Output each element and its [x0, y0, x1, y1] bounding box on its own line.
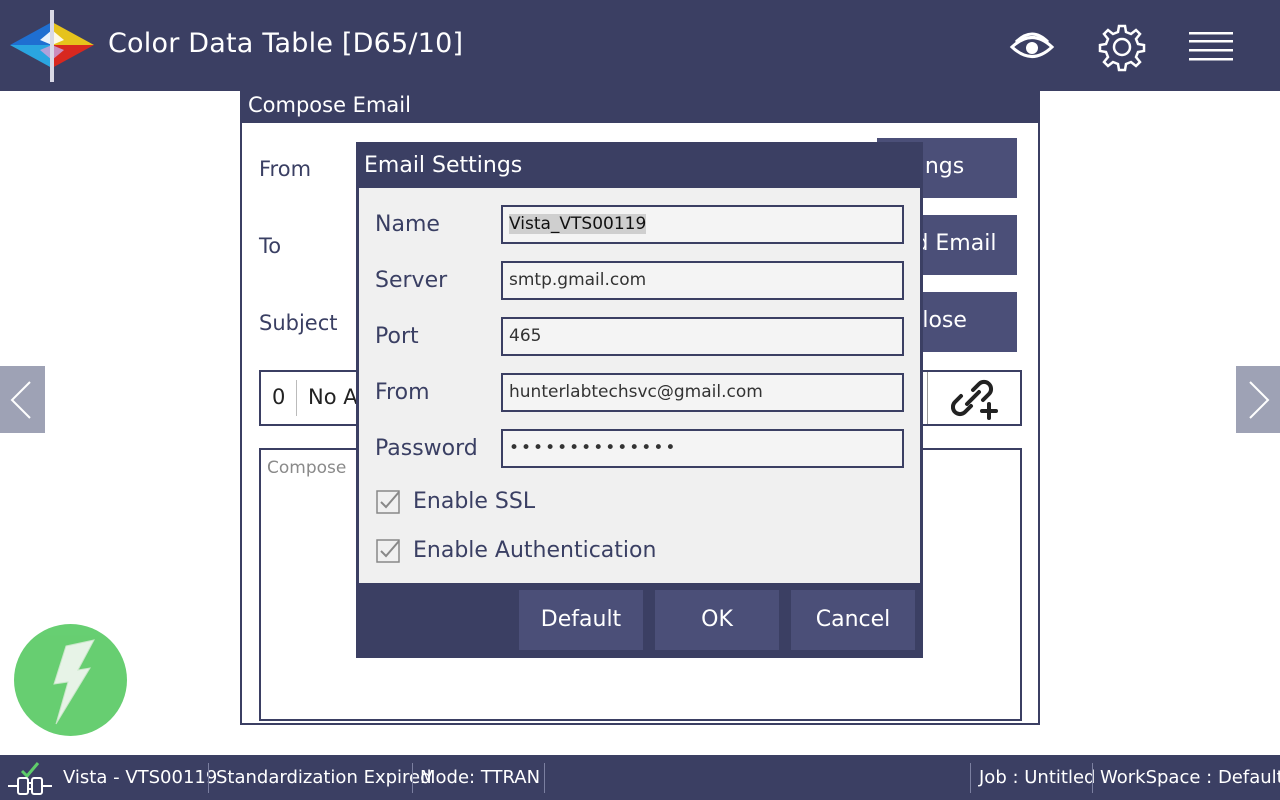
enable-authentication-label: Enable Authentication — [413, 538, 657, 563]
workspace-status: WorkSpace : Default — [1100, 767, 1280, 788]
chevron-left-icon — [10, 381, 31, 419]
ok-button[interactable]: OK — [655, 590, 779, 650]
port-label: Port — [375, 324, 419, 349]
divider — [296, 380, 297, 416]
server-label: Server — [375, 268, 448, 293]
port-value: 465 — [509, 326, 542, 346]
email-settings-dialog: Email Settings Name Vista_VTS00119 Serve… — [356, 142, 923, 658]
instrument-connected-icon — [8, 762, 52, 795]
previous-page-button[interactable] — [0, 366, 45, 433]
divider — [412, 763, 413, 793]
measure-flash-button[interactable] — [14, 624, 127, 736]
from-label: From — [259, 157, 312, 181]
divider — [927, 372, 928, 424]
name-input[interactable]: Vista_VTS00119 — [501, 205, 904, 244]
password-label: Password — [375, 436, 478, 461]
divider — [970, 763, 971, 793]
enable-ssl-label: Enable SSL — [413, 489, 536, 514]
add-attachment-link-icon[interactable] — [951, 376, 1001, 420]
job-status: Job : Untitled — [979, 767, 1096, 788]
hamburger-menu-icon[interactable] — [1186, 22, 1236, 72]
dialog-body: Name Vista_VTS00119 Server smtp.gmail.co… — [359, 188, 920, 583]
from-input[interactable]: hunterlabtechsvc@gmail.com — [501, 373, 904, 412]
attachment-status: No A — [308, 385, 358, 409]
divider — [544, 763, 545, 793]
compose-placeholder: Compose — [267, 458, 347, 478]
gear-icon[interactable] — [1097, 22, 1147, 72]
divider — [208, 763, 209, 793]
from-label: From — [375, 380, 430, 405]
server-value: smtp.gmail.com — [509, 270, 647, 290]
enable-ssl-checkbox[interactable] — [375, 489, 401, 515]
divider — [1092, 763, 1093, 793]
name-label: Name — [375, 212, 440, 237]
default-button[interactable]: Default — [519, 590, 643, 650]
enable-authentication-checkbox[interactable] — [375, 538, 401, 564]
mode-status: Mode: TTRAN — [420, 767, 541, 788]
from-value: hunterlabtechsvc@gmail.com — [509, 382, 763, 402]
hunterlab-logo-icon — [10, 10, 94, 82]
attachment-count: 0 — [272, 385, 286, 409]
eye-icon[interactable] — [1007, 22, 1057, 72]
dialog-title: Email Settings — [364, 153, 523, 178]
subject-label: Subject — [259, 311, 338, 335]
compose-email-title: Compose Email — [248, 93, 411, 117]
next-page-button[interactable] — [1236, 366, 1280, 433]
port-input[interactable]: 465 — [501, 317, 904, 356]
chevron-right-icon — [1249, 381, 1270, 419]
page-title: Color Data Table [D65/10] — [108, 28, 464, 59]
status-bar: Vista - VTS00119 Standardization Expired… — [0, 755, 1280, 800]
cancel-button[interactable]: Cancel — [791, 590, 915, 650]
device-status: Vista - VTS00119 — [63, 767, 218, 788]
password-value: •••••••••••••• — [509, 438, 678, 458]
standardization-status[interactable]: Standardization Expired — [216, 767, 432, 788]
server-input[interactable]: smtp.gmail.com — [501, 261, 904, 300]
password-input[interactable]: •••••••••••••• — [501, 429, 904, 468]
to-label: To — [259, 234, 282, 258]
compose-email-titlebar: Compose Email — [242, 93, 1038, 123]
app-header: Color Data Table [D65/10] — [0, 0, 1280, 91]
name-value: Vista_VTS00119 — [509, 214, 647, 234]
lightning-bolt-icon — [53, 639, 95, 725]
